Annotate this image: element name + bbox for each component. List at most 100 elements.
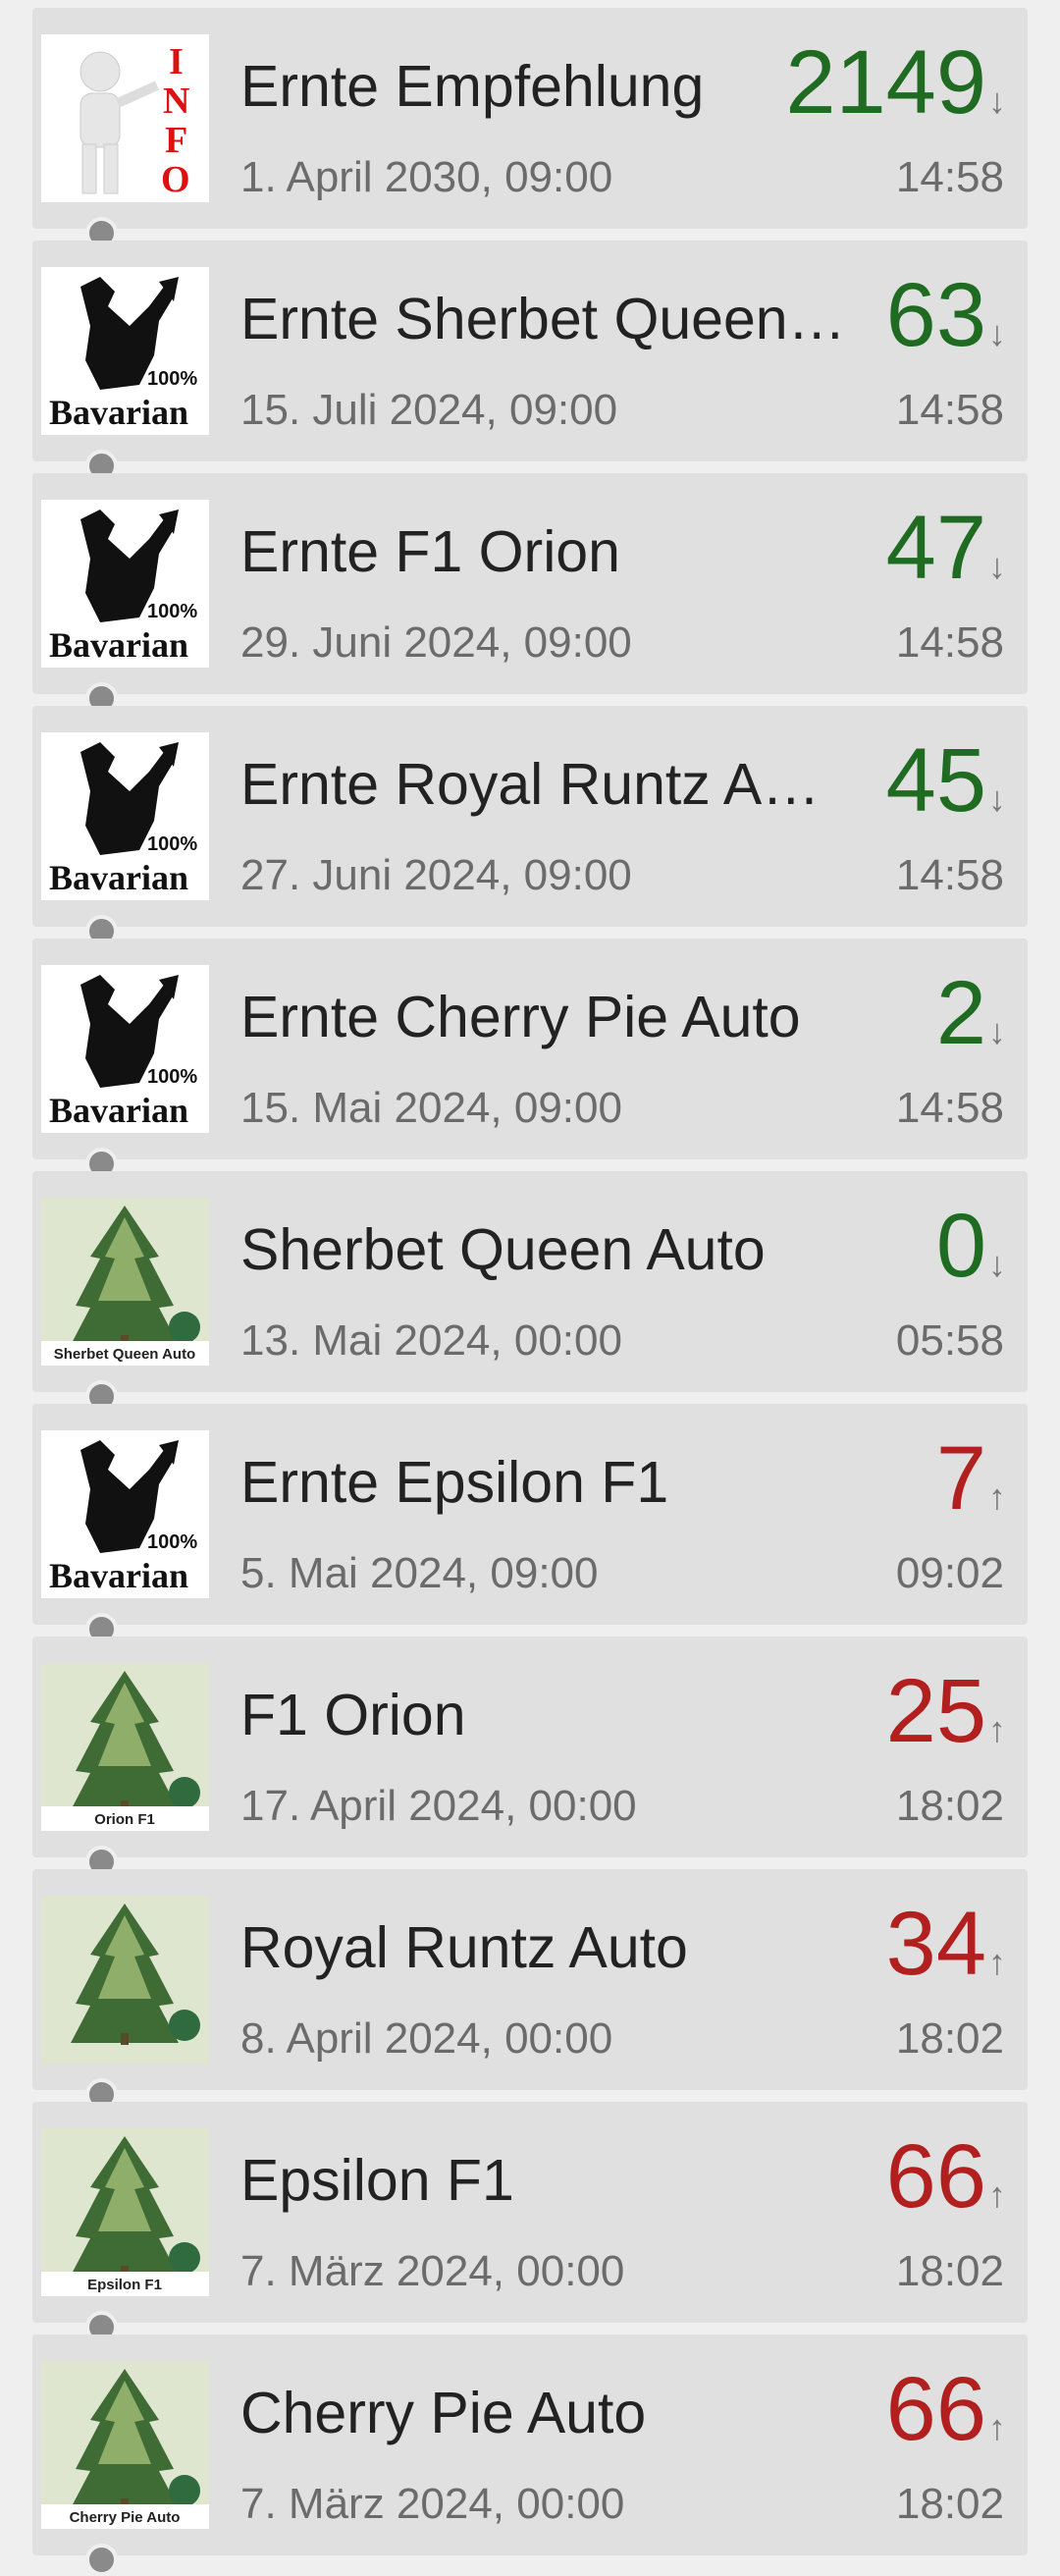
item-date: 15. Juli 2024, 09:00 — [240, 386, 618, 434]
arrow-up-icon: ↑ — [988, 1942, 1006, 1982]
svg-text:100%: 100% — [147, 1066, 197, 1088]
item-count: 2149 — [785, 32, 986, 133]
list-item[interactable]: Orion F1 F1 Orion 17. April 2024, 00:00 25 ↑… — [32, 1637, 1028, 1857]
count-badge: 34 ↑ — [886, 1899, 1006, 1989]
item-title: Royal Runtz Auto — [240, 1916, 688, 1980]
arrow-up-icon: ↑ — [988, 2407, 1006, 2447]
item-time: 14:58 — [895, 153, 1004, 201]
plant-photo-icon: Epsilon F1 — [41, 2128, 209, 2296]
item-date: 5. Mai 2024, 09:00 — [240, 1549, 599, 1597]
item-count: 66 — [885, 2126, 986, 2227]
count-badge: 45 ↓ — [886, 735, 1006, 826]
arrow-up-icon: ↑ — [988, 1709, 1006, 1749]
item-title: Ernte Empfehlung — [240, 55, 705, 119]
item-time: 05:58 — [895, 1316, 1004, 1365]
item-count: 34 — [885, 1894, 986, 1994]
bavarian-logo-icon: 100% Bavarian — [41, 1430, 209, 1598]
count-badge: 0 ↓ — [936, 1201, 1006, 1291]
svg-text:Epsilon F1: Epsilon F1 — [87, 2277, 162, 2293]
event-list: I N F O Ernte Empfehlung 1. April 2030, 09:00… — [0, 0, 1060, 2576]
item-count: 2 — [935, 963, 986, 1063]
list-item[interactable]: 100% Bavarian Ernte Sherbet Queen… 15. Juli… — [32, 241, 1028, 461]
arrow-up-icon: ↑ — [988, 1476, 1006, 1517]
svg-text:Bavarian: Bavarian — [49, 858, 188, 897]
item-title: Ernte Cherry Pie Auto — [240, 986, 801, 1049]
svg-text:100%: 100% — [147, 368, 197, 390]
item-count: 45 — [885, 730, 986, 831]
list-item[interactable]: 100% Bavarian Ernte Royal Runtz A… 27. Juni… — [32, 706, 1028, 927]
svg-text:Sherbet Queen Auto: Sherbet Queen Auto — [54, 1346, 195, 1363]
list-item[interactable]: 100% Bavarian Ernte Cherry Pie Auto 15. Mai… — [32, 939, 1028, 1159]
svg-text:100%: 100% — [147, 601, 197, 622]
arrow-down-icon: ↓ — [988, 1011, 1006, 1051]
item-count: 47 — [885, 498, 986, 598]
count-badge: 47 ↓ — [886, 503, 1006, 593]
arrow-down-icon: ↓ — [988, 1244, 1006, 1284]
item-time: 14:58 — [895, 618, 1004, 667]
item-time: 14:58 — [895, 386, 1004, 434]
count-badge: 66 ↑ — [886, 2131, 1006, 2222]
count-badge: 63 ↓ — [886, 270, 1006, 360]
item-title: Ernte Royal Runtz A… — [240, 753, 821, 817]
list-item[interactable]: 100% Bavarian Ernte F1 Orion 29. Juni 2024,… — [32, 473, 1028, 694]
count-badge: 66 ↑ — [886, 2364, 1006, 2454]
item-title: Cherry Pie Auto — [240, 2382, 647, 2445]
list-item[interactable]: Sherbet Queen Auto Sherbet Queen Auto 13. … — [32, 1171, 1028, 1392]
item-time: 09:02 — [895, 1549, 1004, 1597]
item-date: 29. Juni 2024, 09:00 — [240, 618, 632, 667]
timeline-dot — [85, 2544, 118, 2576]
item-date: 8. April 2024, 00:00 — [240, 2014, 613, 2063]
svg-text:Bavarian: Bavarian — [49, 625, 188, 665]
bavarian-logo-icon: 100% Bavarian — [41, 732, 209, 900]
item-time: 18:02 — [895, 1782, 1004, 1830]
item-date: 13. Mai 2024, 00:00 — [240, 1316, 622, 1365]
item-count: 66 — [885, 2359, 986, 2459]
arrow-down-icon: ↓ — [988, 313, 1006, 353]
svg-text:N: N — [163, 80, 189, 122]
svg-text:O: O — [161, 159, 190, 200]
bavarian-logo-icon: 100% Bavarian — [41, 965, 209, 1133]
list-item[interactable]: Epsilon F1 Epsilon F1 7. März 2024, 00:00 6… — [32, 2102, 1028, 2323]
svg-text:Cherry Pie Auto: Cherry Pie Auto — [70, 2509, 181, 2526]
arrow-down-icon: ↓ — [988, 778, 1006, 819]
plant-photo-icon: Orion F1 — [41, 1663, 209, 1831]
item-count: 0 — [935, 1196, 986, 1296]
info-man-icon: INFO — [41, 34, 209, 202]
bavarian-logo-icon: 100% Bavarian — [41, 500, 209, 668]
arrow-up-icon: ↑ — [988, 2174, 1006, 2215]
item-time: 18:02 — [895, 2014, 1004, 2063]
item-count: 63 — [885, 265, 986, 365]
count-badge: 2 ↓ — [936, 968, 1006, 1058]
item-title: Epsilon F1 — [240, 2149, 514, 2213]
svg-text:Orion F1: Orion F1 — [94, 1811, 155, 1828]
svg-text:Bavarian: Bavarian — [49, 1091, 188, 1130]
item-date: 15. Mai 2024, 09:00 — [240, 1084, 622, 1132]
count-badge: 2149 ↓ — [785, 37, 1006, 128]
arrow-down-icon: ↓ — [988, 80, 1006, 121]
list-item[interactable]: Royal Runtz Auto 8. April 2024, 00:00 34 ↑ 1… — [32, 1869, 1028, 2090]
svg-text:100%: 100% — [147, 1531, 197, 1553]
item-title: Sherbet Queen Auto — [240, 1218, 766, 1282]
item-title: Ernte Sherbet Queen… — [240, 288, 846, 351]
list-item[interactable]: Cherry Pie Auto Cherry Pie Auto 7. März 20… — [32, 2334, 1028, 2555]
item-date: 1. April 2030, 09:00 — [240, 153, 613, 201]
item-time: 14:58 — [895, 1084, 1004, 1132]
plant-photo-icon: Cherry Pie Auto — [41, 2361, 209, 2529]
item-date: 27. Juni 2024, 09:00 — [240, 851, 632, 899]
item-time: 18:02 — [895, 2247, 1004, 2295]
svg-text:Bavarian: Bavarian — [49, 393, 188, 432]
list-item[interactable]: 100% Bavarian Ernte Epsilon F1 5. Mai 2024,… — [32, 1404, 1028, 1625]
item-date: 7. März 2024, 00:00 — [240, 2480, 625, 2528]
bavarian-logo-icon: 100% Bavarian — [41, 267, 209, 435]
count-badge: 25 ↑ — [886, 1666, 1006, 1756]
item-title: F1 Orion — [240, 1684, 466, 1747]
svg-text:I: I — [169, 41, 184, 82]
list-item[interactable]: I N F O Ernte Empfehlung 1. April 2030, 09:00… — [32, 8, 1028, 229]
item-count: 7 — [935, 1428, 986, 1529]
arrow-down-icon: ↓ — [988, 546, 1006, 586]
plant-photo-icon: Sherbet Queen Auto — [41, 1198, 209, 1366]
item-count: 25 — [885, 1661, 986, 1761]
count-badge: 7 ↑ — [936, 1433, 1006, 1524]
svg-text:100%: 100% — [147, 833, 197, 855]
svg-text:F: F — [165, 120, 187, 161]
